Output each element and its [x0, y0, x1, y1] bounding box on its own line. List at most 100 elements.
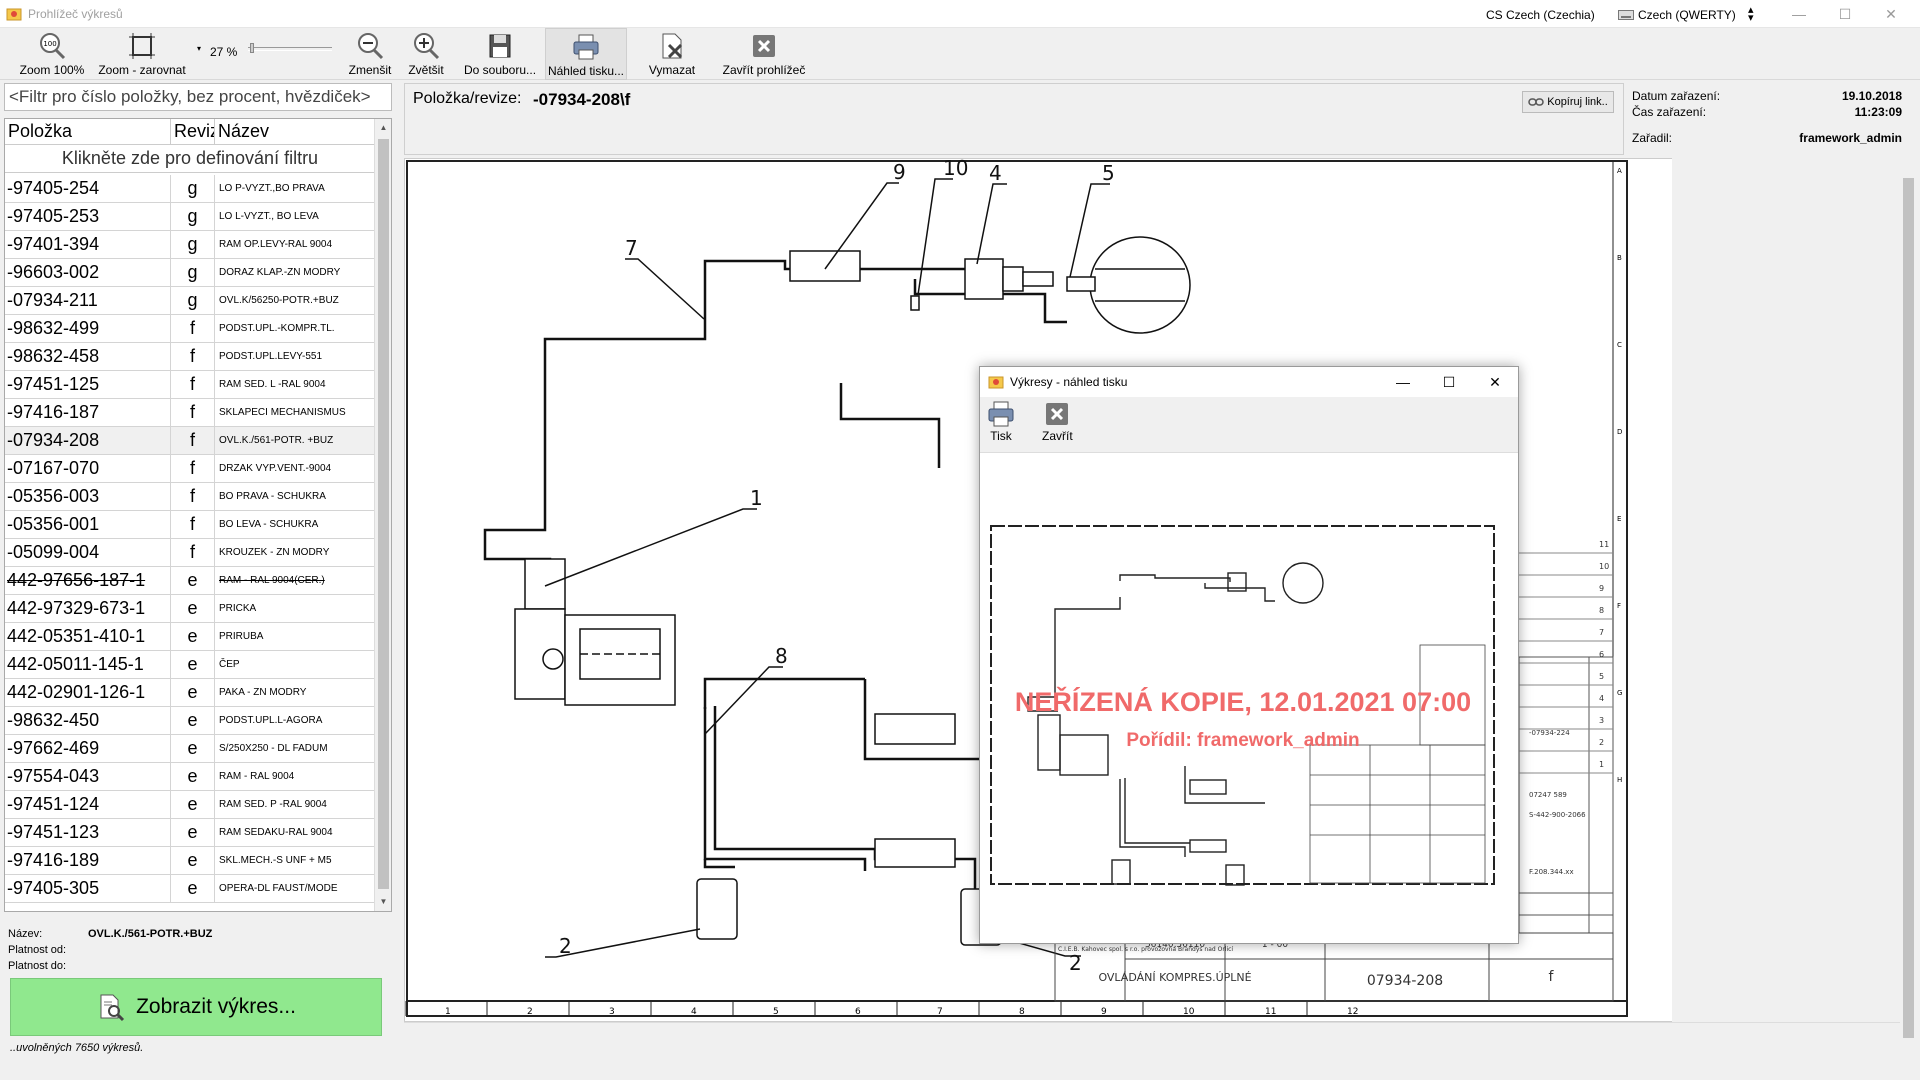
zoom-dropdown-icon[interactable]: ▾ — [197, 44, 201, 53]
close-viewer-label: Zavřít prohlížeč — [722, 63, 806, 77]
keyboard-icon — [1618, 10, 1634, 20]
language-indicator[interactable]: CS Czech (Czechia) — [1486, 8, 1595, 22]
row-name: PODST.UPL.LEVY-551 — [219, 351, 323, 362]
table-row[interactable]: -97554-043 e RAM - RAL 9004 — [5, 763, 375, 791]
table-row[interactable]: -97401-394 g RAM OP.LEVY-RAL 9004 — [5, 231, 375, 259]
table-row[interactable]: -07934-208 f OVL.K./561-POTR. +BUZ — [5, 427, 375, 455]
scroll-up-icon[interactable]: ▲ — [375, 119, 391, 137]
name-label: Název: — [8, 928, 43, 940]
table-row[interactable]: -05356-003 f BO PRAVA - SCHUKRA — [5, 483, 375, 511]
grid-scrollbar-thumb[interactable] — [378, 139, 389, 889]
title-block-text: C.I.E.B. Kahovec spol. s r.o. provozovna… — [1058, 940, 1555, 989]
table-row[interactable]: -97405-254 g LO P-VYZT.,BO PRAVA — [5, 175, 375, 203]
row-item: -05099-004 — [5, 539, 171, 566]
delete-button[interactable]: Vymazat — [640, 28, 704, 80]
print-preview-button[interactable]: Náhled tisku... — [545, 28, 627, 80]
table-row[interactable]: -97405-305 e OPERA-DL FAUST/MODE — [5, 875, 375, 903]
row-ruler: A B C D E F G H — [1617, 167, 1622, 784]
grid-scrollbar[interactable]: ▲ ▼ — [374, 119, 391, 911]
table-row[interactable]: -07934-211 g OVL.K/56250-POTR.+BUZ — [5, 287, 375, 315]
column-ruler: 1 2 3 4 5 6 7 8 9 10 11 12 — [405, 1001, 1358, 1017]
table-row[interactable]: -97405-253 g LO L-VYZT., BO LEVA — [5, 203, 375, 231]
header-item[interactable]: Položka — [5, 119, 171, 144]
table-row[interactable]: 442-97656-187-1 e RAM - RAL 9004(CER.) — [5, 567, 375, 595]
row-name: RAM SED. L -RAL 9004 — [219, 379, 326, 390]
table-row[interactable]: -97451-123 e RAM SEDAKU-RAL 9004 — [5, 819, 375, 847]
minimize-button[interactable]: — — [1776, 0, 1822, 28]
dialog-close-button[interactable]: ✕ — [1472, 367, 1518, 397]
dialog-minimize-button[interactable]: — — [1380, 367, 1426, 397]
parts-table-number: 2 — [1599, 738, 1604, 747]
table-row[interactable]: -97451-124 e RAM SED. P -RAL 9004 — [5, 791, 375, 819]
maximize-button[interactable]: ☐ — [1822, 0, 1868, 28]
zoom-slider[interactable] — [248, 47, 332, 51]
uncontrolled-copy-watermark: NEŘÍZENÁ KOPIE, 12.01.2021 07:00 — [1014, 687, 1472, 717]
table-row[interactable]: -98632-450 e PODST.UPL.L-AGORA — [5, 707, 375, 735]
column-number: 3 — [609, 1007, 615, 1017]
row-revision: f — [171, 511, 215, 538]
zoom-100-button[interactable]: 100 Zoom 100% — [16, 28, 88, 80]
keyboard-indicator[interactable]: Czech (QWERTY) — [1618, 8, 1736, 22]
table-row[interactable]: -96603-002 g DORAZ KLAP.-ZN MODRY — [5, 259, 375, 287]
table-row[interactable]: -07167-070 f DRZAK VYP.VENT.-9004 — [5, 455, 375, 483]
callout-2a: 2 — [559, 934, 572, 958]
table-row[interactable]: -05356-001 f BO LEVA - SCHUKRA — [5, 511, 375, 539]
zoom-out-button[interactable]: Zmenšit — [342, 28, 398, 80]
table-row[interactable]: 442-05351-410-1 e PRIRUBA — [5, 623, 375, 651]
table-row[interactable]: -05099-004 f KROUZEK - ZN MODRY — [5, 539, 375, 567]
filter-input[interactable]: <Filtr pro číslo položky, bez procent, h… — [4, 83, 392, 111]
canvas-horizontal-scrollbar[interactable] — [404, 1022, 1900, 1056]
canvas-vertical-scrollbar[interactable] — [1900, 158, 1917, 1056]
scroll-down-icon[interactable]: ▼ — [375, 893, 391, 911]
row-name: RAM OP.LEVY-RAL 9004 — [219, 239, 333, 250]
row-name: OVL.K./561-POTR. +BUZ — [219, 435, 334, 446]
print-preview-dialog: Výkresy - náhled tisku — ☐ ✕ Tisk Zavřít — [979, 366, 1519, 944]
close-window-button[interactable]: ✕ — [1868, 0, 1914, 28]
table-row[interactable]: -97662-469 e S/250X250 - DL FADUM — [5, 735, 375, 763]
table-row[interactable]: -97451-125 f RAM SED. L -RAL 9004 — [5, 371, 375, 399]
delete-document-icon — [662, 33, 683, 59]
callout-10: 10 — [943, 159, 968, 180]
drawing-name: OVLÁDÁNÍ KOMPRES.ÚPLNÉ — [1098, 971, 1251, 984]
parts-table-number: 10 — [1599, 562, 1609, 571]
acquired-by-watermark: Pořídil: framework_admin — [1126, 730, 1360, 751]
close-viewer-button[interactable]: Zavřít prohlížeč — [714, 28, 814, 80]
column-number: 1 — [445, 1007, 451, 1017]
define-filter-row[interactable]: Klikněte zde pro definování filtru — [5, 145, 375, 173]
copy-link-label: Kopíruj link.. — [1547, 96, 1608, 108]
dialog-print-button[interactable]: Tisk — [986, 399, 1016, 443]
canvas-scrollbar-thumb[interactable] — [1903, 178, 1914, 1038]
zoom-in-button[interactable]: Zvětšit — [398, 28, 454, 80]
table-row[interactable]: -97416-187 f SKLAPECI MECHANISMUS — [5, 399, 375, 427]
app-icon — [6, 8, 22, 20]
printer-icon — [573, 34, 599, 60]
header-name[interactable]: Název — [215, 119, 375, 144]
updown-icon[interactable]: ▴ ▾ — [1748, 5, 1754, 24]
row-revision: e — [171, 819, 215, 846]
date-value: 19.10.2018 — [1841, 89, 1902, 103]
table-row[interactable]: -98632-499 f PODST.UPL.-KOMPR.TL. — [5, 315, 375, 343]
table-row[interactable]: -98632-458 f PODST.UPL.LEVY-551 — [5, 343, 375, 371]
table-row[interactable]: 442-97329-673-1 e PRICKA — [5, 595, 375, 623]
zoom-fit-label: Zoom - zarovnat — [98, 63, 186, 77]
parts-table-number: 5 — [1599, 672, 1604, 681]
table-code-4: F.208.344.xx — [1529, 868, 1574, 876]
row-revision: g — [171, 259, 215, 286]
row-item: 442-05011-145-1 — [5, 651, 171, 678]
dialog-close-action-button[interactable]: Zavřít — [1042, 399, 1073, 443]
table-code-2: 07247 589 — [1529, 791, 1567, 799]
window-title: Prohlížeč výkresů — [28, 6, 123, 21]
copy-link-button[interactable]: Kopíruj link.. — [1522, 91, 1614, 113]
row-name: PRIRUBA — [219, 631, 264, 642]
table-row[interactable]: -97416-189 e SKL.MECH.-S UNF + M5 — [5, 847, 375, 875]
table-row[interactable]: 442-02901-126-1 e PAKA - ZN MODRY — [5, 679, 375, 707]
dialog-maximize-button[interactable]: ☐ — [1426, 367, 1472, 397]
header-revision[interactable]: Revize — [171, 119, 215, 144]
zoom-slider-thumb[interactable] — [250, 43, 254, 53]
zoom-fit-button[interactable]: Zoom - zarovnat — [96, 28, 188, 80]
row-revision: e — [171, 763, 215, 790]
dialog-print-label: Tisk — [990, 429, 1012, 443]
save-to-file-button[interactable]: Do souboru... — [464, 28, 536, 80]
show-drawing-button[interactable]: Zobrazit výkres... — [10, 978, 382, 1036]
table-row[interactable]: 442-05011-145-1 e ČEP — [5, 651, 375, 679]
